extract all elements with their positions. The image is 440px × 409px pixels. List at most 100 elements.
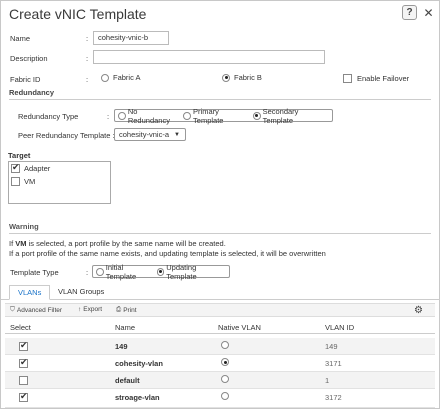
no-redundancy-label: No Redundancy bbox=[127, 106, 170, 125]
template-type-colon: : bbox=[86, 268, 89, 277]
initial-template-option[interactable]: Initial Template bbox=[96, 263, 154, 281]
row-native[interactable] bbox=[221, 357, 229, 367]
target-list: Adapter VM bbox=[8, 161, 111, 204]
table-row[interactable]: stroage-vlan 3172 bbox=[5, 389, 435, 408]
fabric-b-radio[interactable] bbox=[222, 73, 230, 82]
row-vlan-id: 3172 bbox=[325, 393, 342, 402]
filter-icon: ⛉ bbox=[10, 306, 15, 313]
col-name[interactable]: Name bbox=[115, 323, 135, 332]
peer-redundancy-select[interactable]: cohesity-vnic-a ▼ bbox=[114, 128, 186, 141]
adapter-label: Adapter bbox=[24, 164, 51, 173]
native-vlan-radio[interactable] bbox=[221, 341, 229, 350]
fabric-id-label: Fabric ID bbox=[10, 75, 41, 84]
row-vlan-id: 149 bbox=[325, 342, 338, 351]
row-native[interactable] bbox=[221, 340, 229, 350]
warning-line-2: If a port profile of the same name exist… bbox=[9, 249, 326, 258]
initial-template-label: Initial Template bbox=[105, 262, 137, 281]
adapter-checkbox[interactable] bbox=[11, 162, 20, 173]
primary-template-radio[interactable] bbox=[183, 111, 192, 120]
row-native[interactable] bbox=[221, 391, 229, 401]
tab-vlan-groups[interactable]: VLAN Groups bbox=[50, 285, 112, 300]
target-section-header: Target bbox=[8, 151, 31, 160]
close-icon[interactable]: ✕ bbox=[421, 5, 436, 20]
initial-template-radio[interactable] bbox=[96, 267, 104, 276]
fabric-a-label: Fabric A bbox=[113, 73, 141, 82]
warning-line-1-bold: VM bbox=[15, 239, 27, 248]
export-button[interactable]: ↑ Export bbox=[78, 306, 102, 313]
peer-redundancy-value: cohesity-vnic-a bbox=[119, 130, 170, 139]
template-type-label: Template Type bbox=[10, 268, 59, 277]
advanced-filter-button[interactable]: ⛉ Advanced Filter bbox=[10, 306, 62, 314]
fabric-id-colon: : bbox=[86, 75, 89, 84]
row-select[interactable] bbox=[19, 375, 28, 385]
redundancy-type-colon: : bbox=[107, 112, 110, 121]
fabric-b-option[interactable]: Fabric B bbox=[222, 73, 262, 82]
name-label: Name bbox=[10, 34, 31, 43]
peer-redundancy-label: Peer Redundancy Template : bbox=[18, 131, 115, 140]
primary-template-option[interactable]: Primary Template bbox=[183, 107, 250, 125]
row-select[interactable] bbox=[19, 357, 28, 368]
no-redundancy-option[interactable]: No Redundancy bbox=[118, 107, 180, 125]
fabric-b-label: Fabric B bbox=[234, 73, 262, 82]
row-native[interactable] bbox=[221, 374, 229, 384]
col-select[interactable]: Select bbox=[10, 323, 31, 332]
row-checkbox[interactable] bbox=[19, 391, 28, 402]
print-button[interactable]: ⎙ Print bbox=[116, 306, 137, 314]
gear-icon[interactable]: ⚙ bbox=[414, 305, 423, 316]
row-name: 149 bbox=[115, 342, 128, 351]
template-type-radio-group: Initial Template Updating Template bbox=[92, 262, 230, 281]
secondary-template-radio[interactable] bbox=[252, 111, 261, 120]
table-row[interactable]: default 1 bbox=[5, 372, 435, 389]
row-checkbox[interactable] bbox=[19, 357, 28, 368]
row-checkbox[interactable] bbox=[19, 340, 28, 351]
target-item-vm[interactable]: VM bbox=[11, 177, 35, 186]
updating-template-radio[interactable] bbox=[156, 267, 165, 276]
dialog-title: Create vNIC Template bbox=[9, 6, 147, 22]
description-input[interactable] bbox=[93, 50, 325, 64]
name-colon: : bbox=[86, 34, 89, 43]
vm-checkbox[interactable] bbox=[11, 177, 20, 186]
native-vlan-radio[interactable] bbox=[221, 358, 229, 367]
name-input[interactable]: cohesity-vnic-b bbox=[93, 31, 169, 45]
secondary-template-option[interactable]: Secondary Template bbox=[252, 106, 329, 125]
vlan-table-header: Select Name Native VLAN VLAN ID bbox=[5, 322, 435, 334]
print-label: Print bbox=[123, 306, 137, 314]
col-native-vlan[interactable]: Native VLAN bbox=[218, 323, 261, 332]
export-icon: ↑ bbox=[78, 306, 82, 313]
col-vlan-id[interactable]: VLAN ID bbox=[325, 323, 354, 332]
target-item-adapter[interactable]: Adapter bbox=[11, 162, 51, 173]
fabric-a-option[interactable]: Fabric A bbox=[101, 73, 141, 82]
redundancy-type-radio-group: No Redundancy Primary Template Secondary… bbox=[114, 106, 333, 125]
enable-failover-checkbox[interactable] bbox=[343, 74, 352, 83]
updating-template-option[interactable]: Updating Template bbox=[156, 262, 227, 281]
enable-failover-option[interactable]: Enable Failover bbox=[343, 74, 409, 83]
description-colon: : bbox=[86, 54, 89, 63]
row-name: cohesity-vlan bbox=[115, 359, 163, 368]
row-name: stroage-vlan bbox=[115, 393, 160, 402]
row-select[interactable] bbox=[19, 340, 28, 351]
help-button[interactable]: ? bbox=[402, 5, 417, 20]
row-name: default bbox=[115, 376, 140, 385]
chevron-down-icon: ▼ bbox=[174, 131, 180, 138]
table-row[interactable]: cohesity-vlan 3171 bbox=[5, 355, 435, 372]
row-vlan-id: 3171 bbox=[325, 359, 342, 368]
primary-template-label: Primary Template bbox=[193, 106, 224, 125]
tab-vlans[interactable]: VLANs bbox=[9, 285, 51, 300]
no-redundancy-radio[interactable] bbox=[118, 111, 126, 120]
export-label: Export bbox=[83, 306, 103, 313]
row-select[interactable] bbox=[19, 391, 28, 402]
fabric-a-radio[interactable] bbox=[101, 73, 109, 82]
updating-template-label: Updating Template bbox=[166, 262, 197, 281]
row-vlan-id: 1 bbox=[325, 376, 330, 385]
print-icon: ⎙ bbox=[116, 306, 122, 313]
create-vnic-template-dialog: Create vNIC Template ? ✕ Name : cohesity… bbox=[0, 0, 440, 409]
redundancy-type-label: Redundancy Type bbox=[18, 112, 79, 121]
description-label: Description bbox=[10, 54, 48, 63]
enable-failover-label: Enable Failover bbox=[357, 74, 410, 83]
native-vlan-radio[interactable] bbox=[221, 392, 229, 401]
table-row[interactable]: 149 149 bbox=[5, 338, 435, 355]
secondary-template-label: Secondary Template bbox=[262, 106, 299, 125]
row-checkbox[interactable] bbox=[19, 375, 28, 385]
warning-line-1-rest: is selected, a port profile by the same … bbox=[26, 239, 226, 248]
native-vlan-radio[interactable] bbox=[221, 375, 229, 384]
